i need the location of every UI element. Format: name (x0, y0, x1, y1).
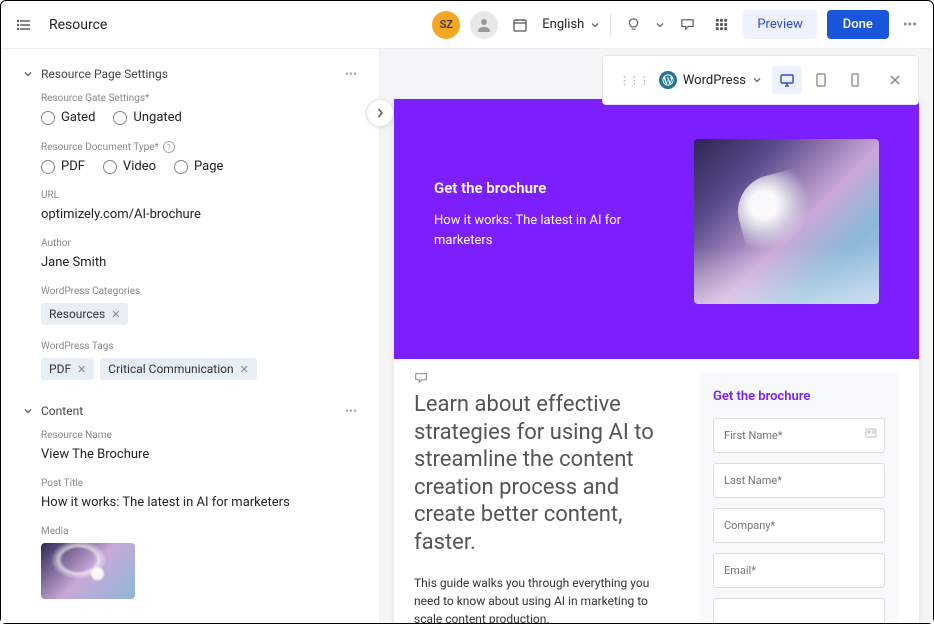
lead-form: Get the brochure (699, 371, 899, 623)
resource-name-label: Resource Name (41, 430, 357, 441)
post-title-value[interactable]: How it works: The latest in AI for marke… (41, 495, 357, 510)
divider (610, 14, 611, 36)
chevron-down-icon[interactable] (655, 20, 665, 30)
wordpress-icon (659, 71, 677, 89)
radio-icon (174, 160, 188, 174)
language-selector[interactable]: English (542, 17, 600, 32)
url-value[interactable]: optimizely.com/AI-brochure (41, 207, 357, 222)
help-icon[interactable]: ? (163, 141, 175, 153)
contact-card-icon (865, 427, 877, 439)
close-icon[interactable] (888, 73, 902, 87)
tag-critical-communication[interactable]: Critical Communication✕ (100, 358, 257, 380)
article-paragraph: This guide walks you through everything … (414, 574, 669, 623)
radio-gated[interactable]: Gated (41, 110, 95, 125)
list-icon[interactable] (13, 13, 37, 37)
lightbulb-icon[interactable] (621, 13, 645, 37)
platform-selector[interactable]: WordPress (659, 71, 762, 89)
comment-icon[interactable] (675, 13, 699, 37)
media-label: Media (41, 526, 357, 537)
section-header-settings[interactable]: Resource Page Settings ••• (23, 67, 357, 81)
user-avatar-initials[interactable]: SZ (432, 11, 460, 39)
hero-section: Get the brochure How it works: The lates… (394, 99, 919, 359)
radio-icon (113, 111, 127, 125)
language-label: English (542, 17, 584, 32)
last-name-input[interactable] (713, 463, 885, 498)
remove-tag-icon[interactable]: ✕ (240, 363, 249, 376)
author-value[interactable]: Jane Smith (41, 255, 357, 270)
author-label: Author (41, 238, 357, 249)
chevron-down-icon (23, 406, 33, 416)
device-desktop-icon[interactable] (772, 66, 802, 94)
media-thumbnail[interactable] (41, 543, 135, 599)
radio-icon (103, 160, 117, 174)
first-name-input[interactable] (713, 418, 885, 453)
radio-pdf[interactable]: PDF (41, 159, 85, 174)
grid-icon[interactable] (709, 13, 733, 37)
page-title: Resource (49, 17, 107, 33)
doctype-label: Resource Document Type* ? (41, 141, 357, 153)
radio-page[interactable]: Page (174, 159, 223, 174)
email-input[interactable] (713, 553, 885, 588)
device-mobile-icon[interactable] (840, 66, 870, 94)
preview-button[interactable]: Preview (743, 10, 816, 39)
radio-ungated[interactable]: Ungated (113, 110, 181, 125)
post-title-label: Post Title (41, 478, 357, 489)
platform-label: WordPress (683, 73, 746, 88)
collapse-sidebar-button[interactable] (366, 99, 394, 127)
section-more-icon[interactable]: ••• (345, 67, 357, 81)
radio-video[interactable]: Video (103, 159, 156, 174)
hero-title: Get the brochure (434, 179, 664, 197)
form-title: Get the brochure (713, 389, 885, 404)
section-header-content[interactable]: Content ••• (23, 404, 357, 418)
preview-pane: ⋮⋮⋮ WordPress (380, 49, 933, 623)
tag-resources[interactable]: Resources✕ (41, 303, 128, 325)
hero-subtitle: How it works: The latest in AI for marke… (434, 211, 664, 250)
company-input[interactable] (713, 508, 885, 543)
user-avatar-face[interactable] (470, 11, 498, 39)
more-menu-icon[interactable]: ••• (899, 17, 921, 33)
drag-handle-icon[interactable]: ⋮⋮⋮ (619, 74, 649, 87)
settings-sidebar: Resource Page Settings ••• Resource Gate… (1, 49, 380, 623)
chevron-down-icon (752, 75, 762, 85)
section-title: Content (41, 404, 83, 418)
radio-icon (41, 160, 55, 174)
remove-tag-icon[interactable]: ✕ (111, 308, 120, 321)
hero-image (694, 139, 879, 304)
device-tablet-icon[interactable] (806, 66, 836, 94)
categories-label: WordPress Categories (41, 286, 357, 297)
calendar-icon[interactable] (508, 13, 532, 37)
page-preview: Get the brochure How it works: The lates… (394, 99, 919, 623)
chevron-down-icon (590, 20, 600, 30)
done-button[interactable]: Done (827, 10, 889, 39)
section-title: Resource Page Settings (41, 67, 168, 81)
extra-input[interactable] (713, 598, 885, 623)
gate-label: Resource Gate Settings* (41, 93, 357, 104)
main-area: Resource Page Settings ••• Resource Gate… (1, 49, 933, 623)
resource-name-value[interactable]: View The Brochure (41, 447, 357, 462)
radio-icon (41, 111, 55, 125)
comment-icon[interactable] (414, 371, 669, 385)
article-headline: Learn about effective strategies for usi… (414, 391, 669, 556)
tag-pdf[interactable]: PDF✕ (41, 358, 94, 380)
top-bar: Resource SZ English Preview Done ••• (1, 1, 933, 49)
tags-label: WordPress Tags (41, 341, 357, 352)
device-toolbar: ⋮⋮⋮ WordPress (602, 55, 919, 105)
section-more-icon[interactable]: ••• (345, 404, 357, 418)
remove-tag-icon[interactable]: ✕ (77, 363, 86, 376)
chevron-down-icon (23, 69, 33, 79)
url-label: URL (41, 190, 357, 201)
